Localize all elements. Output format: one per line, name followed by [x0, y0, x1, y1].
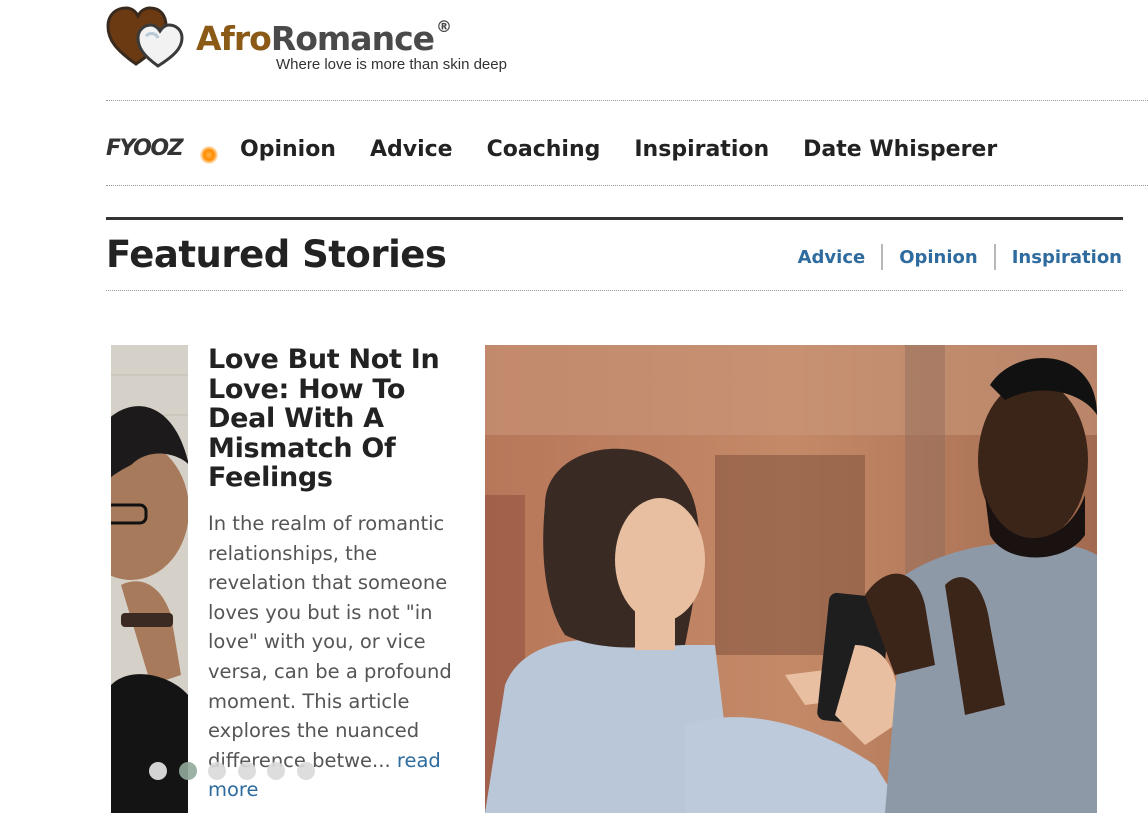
- couple-arguing-image: [485, 345, 1097, 813]
- carousel-dot[interactable]: [149, 762, 167, 780]
- nav-item-opinion[interactable]: Opinion: [240, 137, 336, 162]
- site-logo[interactable]: AfroRomance ® Where love is more than ski…: [106, 6, 546, 76]
- category-link-advice[interactable]: Advice: [798, 247, 866, 268]
- story-excerpt-text: In the realm of romantic relationships, …: [208, 512, 452, 772]
- separator: [993, 244, 996, 270]
- brand-name: AfroRomance ®: [196, 19, 452, 58]
- brand-name-afro: Afro: [196, 19, 272, 58]
- fyooz-logo-text: FYOOZ: [106, 136, 184, 161]
- story-excerpt: In the realm of romantic relationships, …: [208, 509, 476, 805]
- carousel-dot[interactable]: [237, 762, 256, 780]
- carousel-dot-current[interactable]: [178, 762, 197, 780]
- category-link-opinion[interactable]: Opinion: [899, 247, 978, 268]
- fyooz-logo[interactable]: FYOOZ: [106, 124, 226, 174]
- category-links: Advice Opinion Inspiration: [798, 244, 1122, 270]
- separator: [881, 244, 884, 270]
- brand-tagline: Where love is more than skin deep: [276, 56, 507, 73]
- brand-name-romance: Romance: [270, 19, 435, 58]
- section-title: Featured Stories: [106, 233, 447, 276]
- registered-mark: ®: [436, 17, 452, 36]
- hearts-logo-icon: [106, 6, 184, 68]
- carousel-pagination: [149, 762, 326, 780]
- story-title-link[interactable]: Love But Not In Love: How To Deal With A…: [208, 345, 468, 493]
- section-divider: [106, 290, 1123, 291]
- carousel-dot[interactable]: [208, 762, 226, 780]
- category-link-inspiration[interactable]: Inspiration: [1012, 247, 1122, 268]
- section-top-rule: [106, 217, 1123, 220]
- story-featured-image[interactable]: [485, 345, 1097, 813]
- nav-item-coaching[interactable]: Coaching: [487, 137, 601, 162]
- previous-slide-image[interactable]: [111, 345, 188, 813]
- man-portrait-image: [111, 345, 188, 813]
- nav-item-date-whisperer[interactable]: Date Whisperer: [803, 137, 997, 162]
- nav-divider: [106, 185, 1148, 186]
- carousel-dot[interactable]: [296, 762, 315, 780]
- header-divider: [106, 100, 1148, 101]
- nav-item-inspiration[interactable]: Inspiration: [634, 137, 769, 162]
- carousel-dot[interactable]: [267, 762, 285, 780]
- spark-icon: [200, 146, 218, 164]
- nav-item-advice[interactable]: Advice: [370, 137, 453, 162]
- main-nav: FYOOZ Opinion Advice Coaching Inspiratio…: [106, 124, 1017, 174]
